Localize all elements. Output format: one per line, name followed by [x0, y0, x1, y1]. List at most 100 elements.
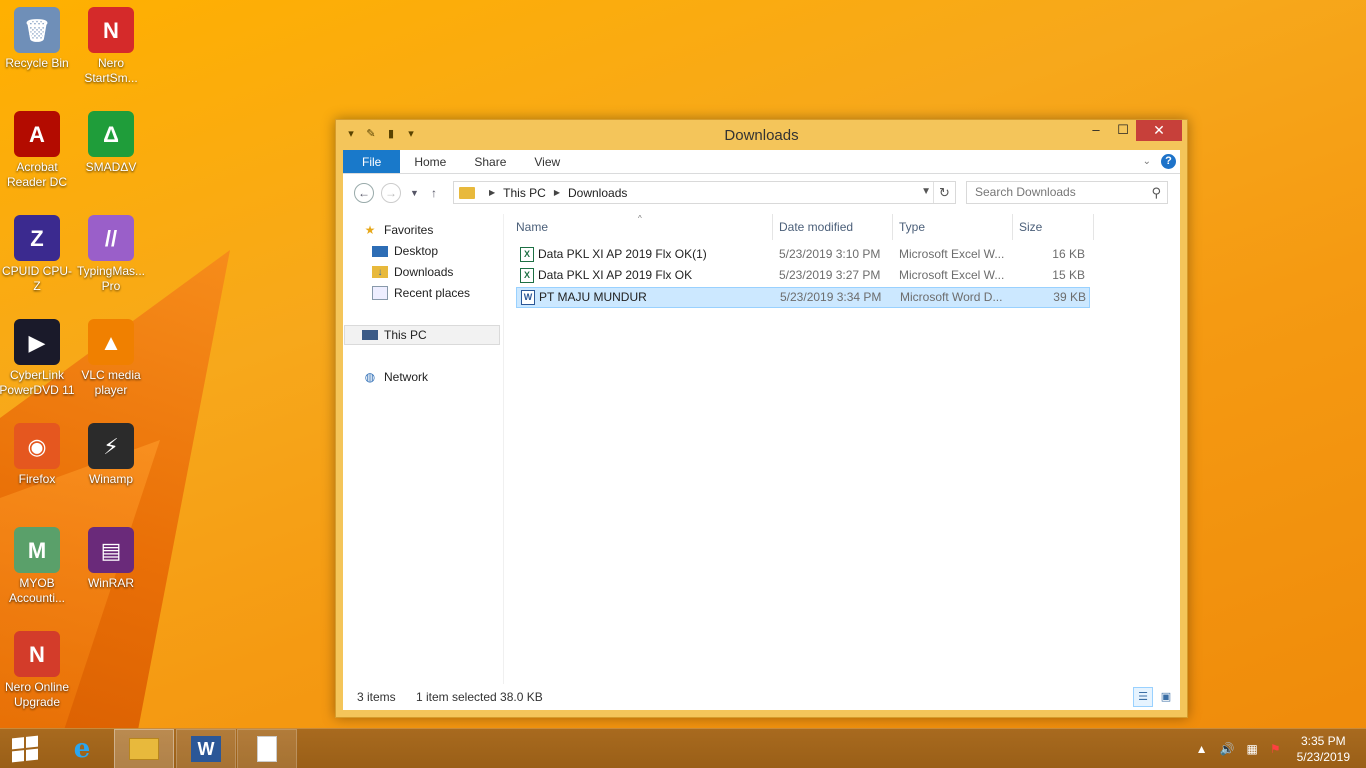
tab-share[interactable]: Share [460, 150, 520, 173]
refresh-icon[interactable]: ↻ [933, 182, 955, 203]
desktop-shortcut-label: TypingMas... Pro [76, 264, 146, 293]
nav-downloads[interactable]: ↓ Downloads [372, 262, 453, 282]
pane-divider[interactable] [503, 214, 504, 684]
nav-favorites[interactable]: ★ Favorites [362, 220, 434, 240]
taskbar-file-explorer[interactable] [114, 729, 174, 768]
column-header-size[interactable]: Size [1013, 214, 1094, 240]
winrar-icon: ▤ [88, 527, 134, 573]
expand-ribbon-icon[interactable]: ⌄ [1143, 156, 1151, 167]
desktop-shortcut-label: CyberLink PowerDVD 11 [0, 368, 75, 397]
recent-places-icon [372, 286, 388, 300]
taskbar: e W ▲ 🔊 ▦ ⚑ 3:35 PM 5/23/2019 [0, 728, 1366, 768]
file-row[interactable]: X Data PKL XI AP 2019 Flx OK(1) 5/23/2019 … [516, 245, 1090, 266]
close-button[interactable]: ✕ [1136, 120, 1182, 141]
folder-icon [459, 186, 475, 199]
breadcrumb-this-pc[interactable]: This PC [503, 186, 546, 200]
clock-time: 3:35 PM [1300, 734, 1346, 748]
column-header-type[interactable]: Type [893, 214, 1013, 240]
tab-view[interactable]: View [520, 150, 574, 173]
file-type: Microsoft Excel W... [899, 268, 1005, 282]
nav-desktop[interactable]: Desktop [372, 241, 438, 261]
file-row[interactable]: X Data PKL XI AP 2019 Flx OK 5/23/2019 3:2… [516, 266, 1090, 287]
myob-icon: M [14, 527, 60, 573]
desktop-shortcut[interactable]: ▤ WinRAR [73, 527, 149, 591]
address-bar[interactable]: ▶ This PC ▶ Downloads ▼ ↻ [453, 181, 956, 204]
excel-file-icon: X [520, 247, 534, 262]
search-input[interactable]: Search Downloads ⚲ [966, 181, 1168, 204]
file-name: Data PKL XI AP 2019 Flx OK(1) [538, 247, 707, 261]
breadcrumb-separator-icon[interactable]: ▶ [489, 188, 495, 197]
forward-button[interactable]: → [381, 183, 401, 203]
computer-icon [362, 330, 378, 340]
word-icon: W [191, 736, 221, 762]
desktop-shortcut[interactable]: ◉ Firefox [0, 423, 75, 487]
address-dropdown-icon[interactable]: ▼ [921, 186, 931, 197]
nav-recent-places[interactable]: Recent places [372, 283, 470, 303]
typingmaster-icon: // [88, 215, 134, 261]
taskbar-word[interactable]: W [176, 729, 236, 768]
internet-explorer-icon: e [73, 734, 91, 764]
help-icon[interactable]: ? [1161, 154, 1176, 169]
file-explorer-icon [129, 738, 159, 760]
desktop-shortcut[interactable]: A Acrobat Reader DC [0, 111, 75, 190]
volume-icon[interactable]: 🔊 [1220, 742, 1235, 756]
up-button[interactable]: ↑ [431, 183, 437, 203]
breadcrumb-downloads[interactable]: Downloads [568, 186, 627, 200]
details-view-icon[interactable]: ☰ [1133, 687, 1153, 707]
taskbar-blank-app[interactable] [237, 729, 297, 768]
system-tray: ▲ 🔊 ▦ ⚑ 3:35 PM 5/23/2019 [1190, 729, 1366, 768]
breadcrumb-separator-icon[interactable]: ▶ [554, 188, 560, 197]
document-icon [257, 736, 277, 762]
tab-home[interactable]: Home [400, 150, 460, 173]
address-row: ← → ▼ ↑ ▶ This PC ▶ Downloads ▼ ↻ Search… [343, 174, 1180, 210]
desktop-shortcut[interactable]: ▶ CyberLink PowerDVD 11 [0, 319, 75, 398]
minimize-button[interactable]: – [1082, 120, 1110, 141]
winamp-icon: ⚡ [88, 423, 134, 469]
desktop-shortcut[interactable]: // TypingMas... Pro [73, 215, 149, 294]
desktop-shortcut[interactable]: 🗑 Recycle Bin [0, 7, 75, 71]
tab-file[interactable]: File [343, 150, 401, 173]
star-icon: ★ [364, 223, 376, 237]
status-selection: 1 item selected 38.0 KB [416, 690, 543, 704]
show-hidden-icons-icon[interactable]: ▲ [1196, 742, 1208, 756]
taskbar-internet-explorer[interactable]: e [52, 729, 112, 768]
desktop-shortcut[interactable]: M MYOB Accounti... [0, 527, 75, 606]
file-size: 15 KB [1052, 268, 1085, 282]
file-type: Microsoft Word D... [900, 290, 1003, 304]
explorer-body: ← → ▼ ↑ ▶ This PC ▶ Downloads ▼ ↻ Search… [343, 174, 1180, 710]
start-button[interactable] [0, 729, 50, 768]
sort-ascending-icon: ^ [638, 214, 642, 223]
desktop-shortcut[interactable]: ⚡ Winamp [73, 423, 149, 487]
column-header-date[interactable]: Date modified [773, 214, 893, 240]
recent-locations-icon[interactable]: ▼ [410, 183, 419, 203]
search-placeholder: Search Downloads [975, 185, 1076, 199]
desktop-shortcut-label: Nero Online Upgrade [4, 680, 70, 709]
desktop-shortcut-label: Recycle Bin [5, 56, 69, 70]
file-row[interactable]: W PT MAJU MUNDUR 5/23/2019 3:34 PM Microsof… [516, 287, 1090, 308]
large-icons-view-icon[interactable]: ▣ [1156, 687, 1176, 707]
ribbon-tabs: File Home Share View ⌄ ? [343, 150, 1180, 174]
desktop-shortcut-label: Acrobat Reader DC [6, 160, 68, 189]
file-type: Microsoft Excel W... [899, 247, 1005, 261]
title-bar[interactable]: ▾ ✎ ▮ ▾ Downloads – ☐ ✕ [336, 120, 1187, 150]
nav-network[interactable]: ◍ Network [362, 367, 428, 387]
action-center-icon[interactable]: ⚑ [1270, 742, 1281, 756]
network-tray-icon[interactable]: ▦ [1247, 742, 1258, 756]
nav-this-pc[interactable]: This PC [344, 325, 500, 345]
desktop-shortcut[interactable]: Z CPUID CPU-Z [0, 215, 75, 294]
desktop-shortcut[interactable]: N Nero StartSm... [73, 7, 149, 86]
back-button[interactable]: ← [354, 183, 374, 203]
file-date: 5/23/2019 3:27 PM [779, 268, 881, 282]
file-size: 39 KB [1053, 290, 1086, 304]
cpuz-icon: Z [14, 215, 60, 261]
nero-upgrade-icon: N [14, 631, 60, 677]
desktop-shortcut[interactable]: ▲ VLC media player [73, 319, 149, 398]
desktop-shortcut-label: Winamp [88, 472, 133, 486]
clock[interactable]: 3:35 PM 5/23/2019 [1297, 733, 1350, 765]
column-header-name[interactable]: Name ^ [510, 214, 773, 240]
desktop-shortcut-label: Firefox [18, 472, 56, 486]
desktop-shortcut[interactable]: Δ SMADΔV [73, 111, 149, 175]
maximize-button[interactable]: ☐ [1109, 120, 1137, 141]
desktop-shortcut[interactable]: N Nero Online Upgrade [0, 631, 75, 710]
search-icon[interactable]: ⚲ [1151, 182, 1161, 203]
